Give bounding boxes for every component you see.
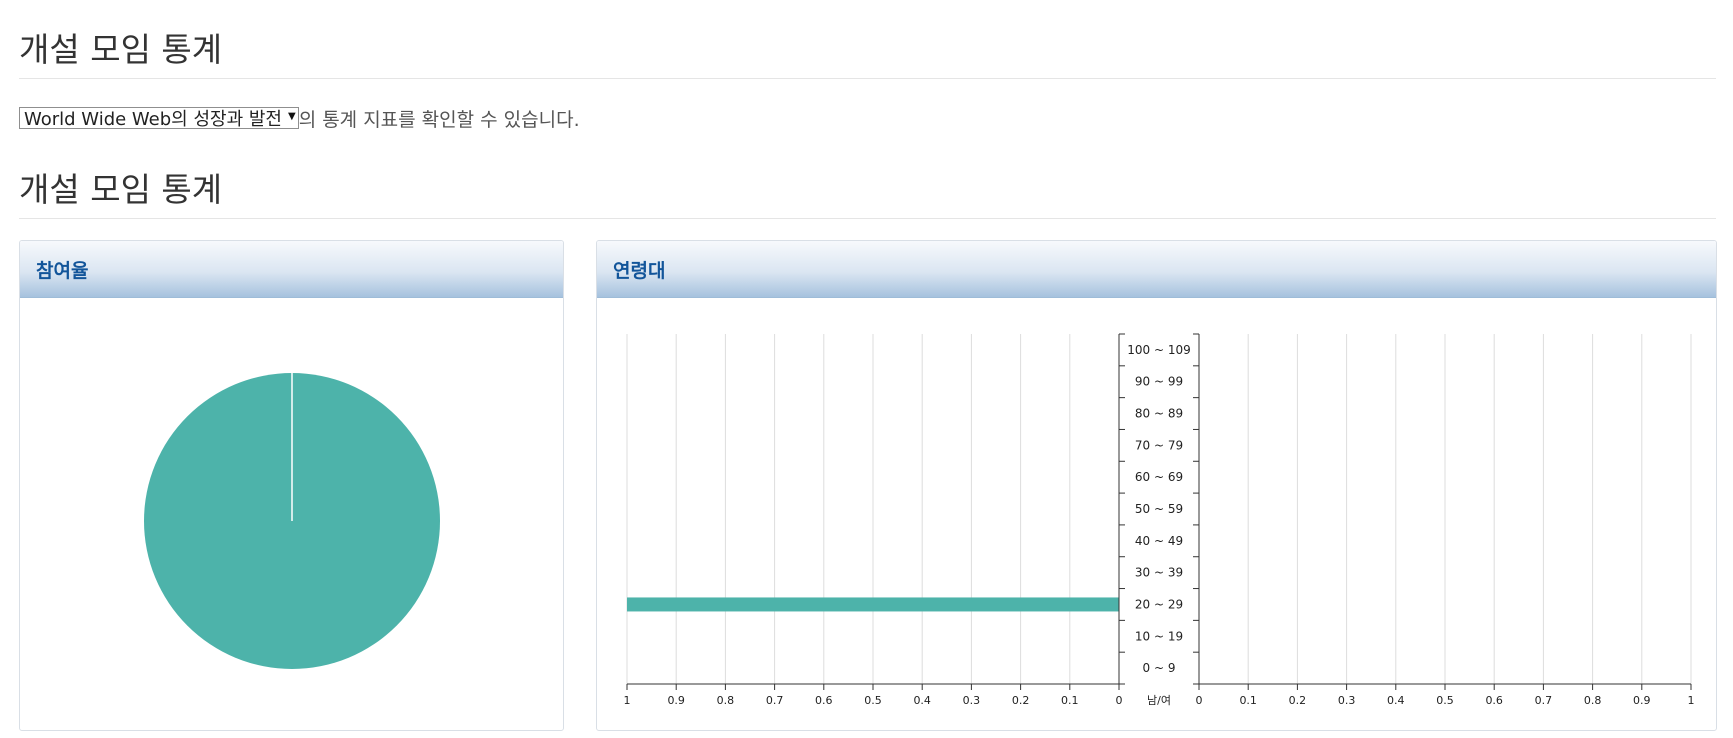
- x-tick-label: 0.8: [717, 694, 735, 707]
- age-category-label: 0 ~ 9: [1143, 661, 1176, 675]
- participation-panel-header: 참여율: [20, 241, 563, 298]
- age-category-label: 20 ~ 29: [1135, 597, 1183, 611]
- x-tick-label: 0.9: [667, 694, 685, 707]
- x-tick-label: 0.1: [1239, 694, 1257, 707]
- age-category-label: 10 ~ 19: [1135, 629, 1183, 643]
- x-tick-label: 0: [1116, 694, 1123, 707]
- participation-panel-title: 참여율: [36, 259, 89, 282]
- age-pyramid-chart: 0 ~ 9 10 ~ 19 20 ~ 29 30 ~ 39 40 ~ 49 50 ~ 59…: [624, 333, 1695, 707]
- stats-heading: 개설 모임 통계: [19, 170, 1716, 219]
- age-panel-title: 연령대: [613, 259, 666, 282]
- x-tick-label: 0.4: [913, 694, 931, 707]
- x-tick-label: 0.6: [815, 694, 833, 707]
- x-tick-label: 0.7: [766, 694, 784, 707]
- x-tick-label: 0.1: [1061, 694, 1079, 707]
- x-tick-label: 0.2: [1012, 694, 1030, 707]
- age-category-label: 60 ~ 69: [1135, 470, 1183, 484]
- age-category-label: 80 ~ 89: [1135, 407, 1183, 421]
- x-tick-label: 1: [1688, 694, 1695, 707]
- x-tick-label: 0.6: [1485, 694, 1503, 707]
- age-category-label: 30 ~ 39: [1135, 566, 1183, 580]
- select-description: 의 통계 지표를 확인할 수 있습니다.: [298, 108, 580, 131]
- x-tick-label: 0.8: [1584, 694, 1602, 707]
- age-category-label: 70 ~ 79: [1135, 438, 1183, 452]
- participation-pie-chart: [144, 373, 440, 669]
- x-tick-label: 0.3: [1338, 694, 1356, 707]
- age-panel-body: 0 ~ 9 10 ~ 19 20 ~ 29 30 ~ 39 40 ~ 49 50 ~ 59…: [597, 298, 1716, 730]
- age-category-label: 100 ~ 109: [1127, 343, 1191, 357]
- age-panel-header: 연령대: [597, 241, 1716, 298]
- x-tick-label: 0.7: [1535, 694, 1553, 707]
- x-tick-label: 0.9: [1633, 694, 1651, 707]
- dropdown-caret-icon: ▼: [287, 111, 296, 122]
- page-title: 개설 모임 통계: [19, 30, 1716, 79]
- x-tick-label: 0.4: [1387, 694, 1405, 707]
- meeting-select[interactable]: World Wide Web의 성장과 발전 ▼: [19, 107, 299, 130]
- meeting-select-value: World Wide Web의 성장과 발전: [24, 109, 282, 130]
- x-tick-label: 1: [624, 694, 631, 707]
- x-tick-label: 0: [1196, 694, 1203, 707]
- x-tick-label: 0.3: [963, 694, 981, 707]
- x-tick-label: 0.5: [864, 694, 882, 707]
- age-category-label: 40 ~ 49: [1135, 534, 1183, 548]
- age-panel: 연령대 0 ~ 9 10 ~ 19 20 ~ 29 30 ~ 39 40 ~ 49 50 …: [596, 240, 1717, 731]
- participation-panel-body: [20, 298, 563, 730]
- age-category-label: 90 ~ 99: [1135, 375, 1183, 389]
- x-tick-label: 0.2: [1289, 694, 1307, 707]
- gender-axis-label: 남/여: [1147, 694, 1171, 707]
- meeting-select-row: World Wide Web의 성장과 발전 ▼ 의 통계 지표를 확인할 수 …: [19, 104, 580, 132]
- x-tick-label: 0.5: [1436, 694, 1454, 707]
- bar-left-2: [627, 597, 1119, 612]
- participation-panel: 참여율: [19, 240, 564, 731]
- age-category-label: 50 ~ 59: [1135, 502, 1183, 516]
